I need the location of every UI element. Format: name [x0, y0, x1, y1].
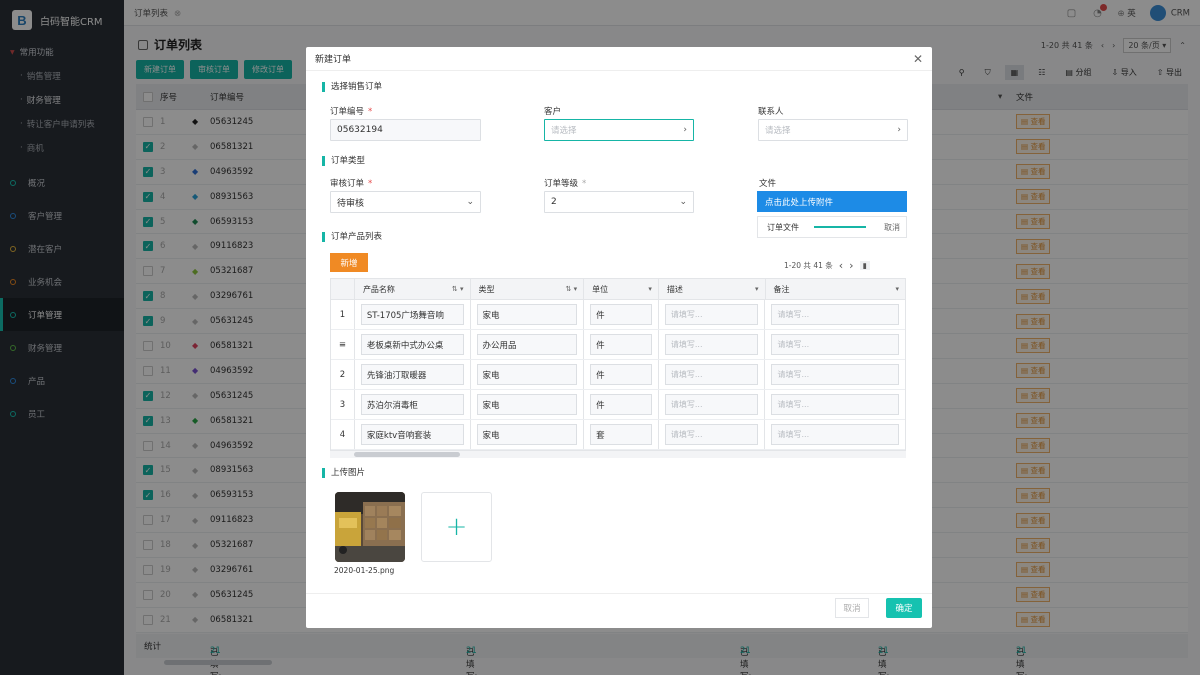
sort-icon[interactable]: ⇅ ▾	[452, 285, 464, 293]
product-row-index: 1	[331, 300, 355, 329]
plus-icon: +	[445, 512, 468, 542]
product-unit-input[interactable]: 件	[590, 334, 652, 355]
contact-placeholder: 请选择	[765, 126, 791, 136]
section-title: 订单类型	[322, 156, 365, 166]
product-table-scrollbar[interactable]	[330, 451, 906, 458]
product-type-input[interactable]: 办公用品	[476, 334, 578, 355]
upload-progress	[814, 226, 866, 228]
audit-label: 审核订单 *	[330, 179, 373, 189]
order-no-value: 05632194	[337, 125, 383, 135]
cancel-button[interactable]: 取消	[835, 598, 869, 618]
warehouse-photo	[335, 492, 405, 562]
product-name-input[interactable]: 老板桌新中式办公桌	[360, 334, 464, 355]
product-table-header: 产品名称 ⇅ ▾ 类型 ⇅ ▾ 单位 ▾ 描述 ▾ 备注 ▾	[331, 279, 905, 300]
col-product-name: 产品名称	[362, 284, 395, 294]
uploaded-image-thumbnail[interactable]	[335, 492, 405, 562]
audit-value: 待审核	[337, 198, 365, 209]
upload-attachment-button[interactable]: 点击此处上传附件	[757, 191, 907, 212]
chevron-down-icon[interactable]: ▾	[755, 285, 759, 293]
product-remark-input[interactable]: 请填写...	[771, 304, 899, 325]
col-type: 类型	[478, 284, 495, 294]
pager-range: 1-20 共 41 条	[784, 261, 833, 270]
product-desc-input[interactable]: 请填写...	[664, 394, 759, 415]
product-row[interactable]: ≡ 老板桌新中式办公桌 办公用品件请填写... 请填写...	[331, 330, 905, 360]
product-unit-input[interactable]: 套	[590, 424, 652, 445]
next-page-icon[interactable]: ›	[849, 259, 853, 272]
product-desc-input[interactable]: 请填写...	[664, 304, 759, 325]
product-unit-input[interactable]: 件	[590, 304, 652, 325]
col-remark: 备注	[773, 284, 790, 294]
product-row-index: 3	[331, 390, 355, 419]
product-type-input[interactable]: 家电	[476, 304, 578, 325]
add-image-button[interactable]: +	[421, 492, 492, 562]
contact-label: 联系人	[758, 107, 784, 117]
product-type-input[interactable]: 家电	[476, 394, 578, 415]
product-name-input[interactable]: 家庭ktv音响套装	[360, 424, 464, 445]
product-name-input[interactable]: ST-1705广场舞音响	[360, 304, 464, 325]
customer-select[interactable]: 请选择 ›	[544, 119, 694, 141]
chevron-right-icon: ›	[897, 125, 901, 135]
dialog-title: 新建订单	[306, 47, 932, 71]
confirm-button[interactable]: 确定	[886, 598, 922, 618]
product-unit-input[interactable]: 件	[590, 364, 652, 385]
contact-select[interactable]: 请选择 ›	[758, 119, 908, 141]
order-no-label: 订单编号 *	[330, 107, 373, 117]
audit-select[interactable]: 待审核 ⌄	[330, 191, 481, 213]
prev-page-icon[interactable]: ‹	[839, 259, 843, 272]
dialog-footer: 取消 确定	[306, 593, 932, 628]
customer-label: 客户	[544, 107, 562, 117]
product-table-body: 1 ST-1705广场舞音响 家电件请填写... 请填写... ≡ 老板桌新中式办公桌 办公…	[331, 300, 905, 450]
level-label: 订单等级 *	[544, 179, 587, 189]
product-pagination: 1-20 共 41 条 ‹ › ▮	[784, 259, 870, 272]
product-row-index: 2	[331, 360, 355, 389]
cancel-upload-button[interactable]: 取消	[884, 222, 900, 233]
product-row[interactable]: 3 苏泊尔消毒柜 家电件请填写... 请填写...	[331, 390, 905, 420]
product-row-index: ≡	[331, 330, 355, 359]
close-icon[interactable]: ✕	[913, 52, 923, 66]
section-title: 上传图片	[322, 468, 365, 478]
product-desc-input[interactable]: 请填写...	[664, 424, 759, 445]
section-title: 选择销售订单	[322, 82, 382, 92]
product-desc-input[interactable]: 请填写...	[664, 364, 759, 385]
product-remark-input[interactable]: 请填写...	[771, 364, 899, 385]
chevron-down-icon: ⌄	[466, 197, 474, 207]
product-table: 产品名称 ⇅ ▾ 类型 ⇅ ▾ 单位 ▾ 描述 ▾ 备注 ▾ 1 ST-1705广场舞音响家…	[330, 278, 906, 451]
product-unit-input[interactable]: 件	[590, 394, 652, 415]
order-no-field[interactable]: 05632194	[330, 119, 481, 141]
product-desc-input[interactable]: 请填写...	[664, 334, 759, 355]
product-type-input[interactable]: 家电	[476, 424, 578, 445]
product-remark-input[interactable]: 请填写...	[771, 394, 899, 415]
new-order-dialog: 新建订单 ✕ 选择销售订单 订单编号 * 05632194 客户 请选择 › 联系人…	[306, 47, 932, 628]
file-label: 文件	[759, 179, 777, 189]
level-value: 2	[551, 197, 557, 207]
chevron-down-icon: ⌄	[679, 197, 687, 207]
section-title: 订单产品列表	[322, 232, 382, 242]
product-row[interactable]: 4 家庭ktv音响套装 家电套请填写... 请填写...	[331, 420, 905, 450]
file-upload-item: 订单文件 取消	[757, 216, 907, 238]
product-row[interactable]: 2 先锋油汀取暖器 家电件请填写... 请填写...	[331, 360, 905, 390]
product-row-index: 4	[331, 420, 355, 449]
product-remark-input[interactable]: 请填写...	[771, 334, 899, 355]
image-filename: 2020-01-25.png	[334, 566, 395, 575]
product-remark-input[interactable]: 请填写...	[771, 424, 899, 445]
product-row[interactable]: 1 ST-1705广场舞音响 家电件请填写... 请填写...	[331, 300, 905, 330]
level-select[interactable]: 2 ⌄	[544, 191, 694, 213]
chart-icon[interactable]: ▮	[859, 261, 870, 270]
product-name-input[interactable]: 先锋油汀取暖器	[360, 364, 464, 385]
customer-placeholder: 请选择	[551, 126, 577, 136]
chevron-down-icon[interactable]: ▾	[648, 285, 652, 293]
col-desc: 描述	[666, 284, 683, 294]
chevron-down-icon[interactable]: ▾	[895, 285, 899, 293]
product-type-input[interactable]: 家电	[476, 364, 578, 385]
scrollbar-thumb[interactable]	[354, 452, 460, 457]
col-unit: 单位	[592, 284, 609, 294]
product-name-input[interactable]: 苏泊尔消毒柜	[360, 394, 464, 415]
file-name: 订单文件	[767, 222, 799, 232]
chevron-right-icon: ›	[683, 125, 687, 135]
sort-icon[interactable]: ⇅ ▾	[566, 285, 578, 293]
upload-progress-fill	[814, 226, 866, 228]
add-product-button[interactable]: 新增	[330, 253, 368, 272]
